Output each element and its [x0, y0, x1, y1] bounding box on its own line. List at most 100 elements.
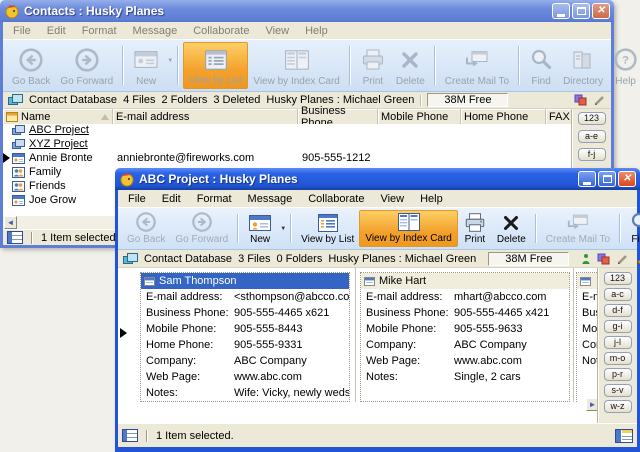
close-button[interactable]: ✕	[618, 171, 636, 187]
menu-help[interactable]: Help	[297, 23, 336, 39]
print-button[interactable]: Print	[355, 42, 391, 89]
menu-format[interactable]: Format	[74, 23, 125, 39]
infobar: Contact Database 3 Files 0 Folders Husky…	[118, 250, 637, 268]
field-value: mhart@abcco.com	[454, 291, 569, 303]
print-button[interactable]: Print	[458, 210, 492, 247]
group-icon	[12, 181, 25, 195]
index-tab-a-c[interactable]: a-c	[604, 288, 632, 301]
column-header-row: Name E-mail address Business Phone Mobil…	[3, 109, 571, 124]
list-item[interactable]: XYZ Project	[3, 138, 571, 152]
contact-name[interactable]: XYZ Project	[29, 138, 88, 150]
infobar-files: 3 Files	[238, 253, 270, 265]
menu-edit[interactable]: Edit	[154, 191, 189, 207]
close-button[interactable]: ✕	[592, 3, 610, 19]
field-value: www.abc.com	[454, 355, 569, 367]
pen-icon[interactable]	[635, 253, 640, 265]
column-header-email[interactable]: E-mail address	[113, 109, 298, 124]
folders-icon[interactable]	[574, 94, 587, 106]
contact-card-sam-thompson[interactable]: Sam Thompson E-mail address:<sthompson@a…	[140, 272, 350, 402]
index-tab-m-o[interactable]: m-o	[604, 352, 632, 365]
titlebar[interactable]: Contacts : Husky Planes ✕	[0, 0, 614, 22]
new-dropdown-arrow[interactable]: ▼	[280, 226, 286, 232]
desktop: Contacts : Husky Planes ✕ File Edit Form…	[0, 0, 640, 452]
view-by-index-card-button[interactable]: View by Index Card	[248, 42, 345, 89]
index-tab-w-z[interactable]: w-z	[604, 400, 632, 413]
go-back-icon	[18, 44, 44, 75]
new-dropdown-arrow[interactable]: ▼	[167, 58, 173, 64]
index-tab-a-e[interactable]: a-e	[578, 130, 606, 143]
field-value: 905-555-4465 x621	[234, 307, 349, 319]
view-by-index-card-button[interactable]: View by Index Card	[359, 210, 458, 247]
index-tab-column: 123 a-c d-f g-i j-l m-o p-r s-v w-z	[597, 268, 637, 423]
index-tab-g-i[interactable]: g-i	[604, 320, 632, 333]
menu-message[interactable]: Message	[240, 191, 301, 207]
directory-button[interactable]: Directory	[558, 42, 608, 89]
menu-message[interactable]: Message	[125, 23, 186, 39]
view-by-list-button[interactable]: View by List	[296, 210, 359, 247]
list-item[interactable]: Annie Bronte anniebronte@fireworks.com 9…	[3, 152, 571, 166]
index-tab-123[interactable]: 123	[578, 112, 606, 125]
index-tab-f-j[interactable]: f-j	[578, 148, 606, 161]
infobar-folders: 0 Folders	[276, 253, 322, 265]
menu-view[interactable]: View	[372, 191, 412, 207]
field-label: Business Phone:	[146, 307, 234, 319]
pencil-icon[interactable]	[593, 94, 606, 106]
status-separator	[146, 430, 148, 442]
delete-button[interactable]: Delete	[391, 42, 430, 89]
find-button[interactable]: Find	[625, 210, 640, 247]
index-tab-123[interactable]: 123	[604, 272, 632, 285]
menu-format[interactable]: Format	[189, 191, 240, 207]
help-button[interactable]: ? Help	[608, 42, 640, 89]
field-value: <sthompson@abcco.com>	[234, 291, 349, 303]
column-header-name[interactable]: Name	[3, 109, 113, 124]
new-contact-icon	[133, 44, 159, 75]
menubar: File Edit Format Message Collaborate Vie…	[3, 22, 611, 40]
view-mode-grid-icon[interactable]	[615, 429, 633, 443]
field-label: E-mail address:	[366, 291, 454, 303]
contact-name[interactable]: Family	[29, 166, 61, 178]
new-button[interactable]: New ▼	[128, 42, 173, 89]
column-header-business-phone[interactable]: Business Phone	[298, 109, 378, 124]
card-header-selected[interactable]: Sam Thompson	[141, 273, 349, 289]
contact-name[interactable]: Annie Bronte	[29, 152, 93, 164]
contact-card-mike-hart[interactable]: Mike Hart E-mail address:mhart@abcco.com…	[360, 272, 570, 402]
menu-help[interactable]: Help	[412, 191, 451, 207]
scroll-left-button[interactable]: ◄	[4, 216, 17, 229]
maximize-button[interactable]	[598, 171, 616, 187]
index-tab-j-l[interactable]: j-l	[604, 336, 632, 349]
menu-collaborate[interactable]: Collaborate	[185, 23, 257, 39]
free-space-indicator: 38M Free	[488, 252, 569, 266]
titlebar[interactable]: ABC Project : Husky Planes ✕	[115, 168, 640, 190]
contact-name[interactable]: ABC Project	[29, 124, 89, 136]
contact-name[interactable]: Friends	[29, 180, 66, 192]
menu-file[interactable]: File	[120, 191, 154, 207]
index-tab-d-f[interactable]: d-f	[604, 304, 632, 317]
find-button[interactable]: Find	[524, 42, 558, 89]
list-item[interactable]: ABC Project	[3, 124, 571, 138]
column-header-home-phone[interactable]: Home Phone	[461, 109, 546, 124]
find-label: Find	[631, 234, 640, 245]
window-body: File Edit Format Message Collaborate Vie…	[115, 190, 640, 452]
index-tab-p-r[interactable]: p-r	[604, 368, 632, 381]
new-button[interactable]: New ▼	[243, 210, 286, 247]
go-back-icon	[135, 211, 157, 233]
view-by-list-button[interactable]: View by List	[183, 42, 248, 89]
menu-file[interactable]: File	[5, 23, 39, 39]
pencil-icon[interactable]	[616, 253, 629, 265]
menu-collaborate[interactable]: Collaborate	[300, 191, 372, 207]
maximize-button[interactable]	[572, 3, 590, 19]
person-icon[interactable]	[581, 253, 591, 265]
menu-edit[interactable]: Edit	[39, 23, 74, 39]
index-tab-s-v[interactable]: s-v	[604, 384, 632, 397]
toolbar-separator	[434, 46, 436, 85]
project-folder-icon	[12, 139, 25, 153]
column-header-fax[interactable]: FAX	[546, 109, 571, 124]
delete-button[interactable]: Delete	[492, 210, 531, 247]
minimize-button[interactable]	[578, 171, 596, 187]
column-header-mobile-phone[interactable]: Mobile Phone	[378, 109, 461, 124]
card-header[interactable]: Mike Hart	[361, 273, 569, 289]
contact-name[interactable]: Joe Grow	[29, 194, 76, 206]
menu-view[interactable]: View	[257, 23, 297, 39]
folders-icon[interactable]	[597, 253, 610, 265]
minimize-button[interactable]	[552, 3, 570, 19]
